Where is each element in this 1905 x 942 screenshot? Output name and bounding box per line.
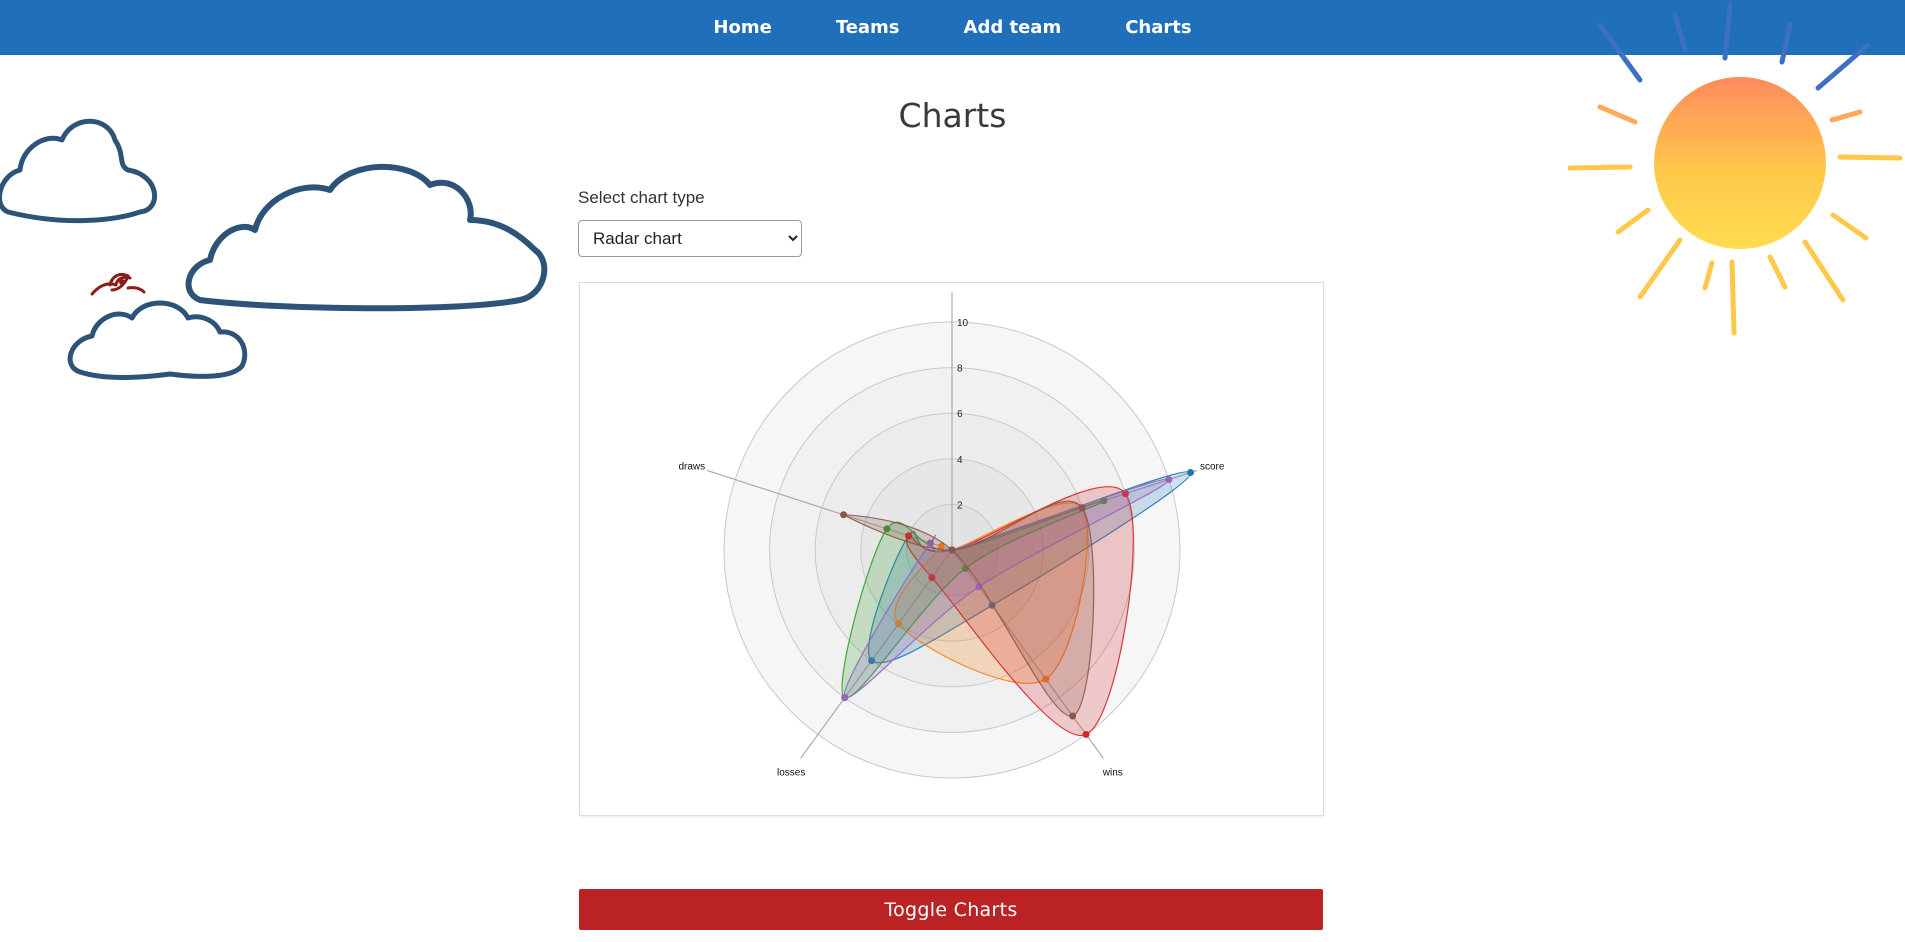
- radar-tick-label: 6: [957, 409, 963, 420]
- nav-home-link[interactable]: Home: [713, 17, 771, 38]
- chart-container: 246810teamNoscorewinslossesdraws: [579, 282, 1324, 816]
- radar-tick-label: 10: [957, 318, 969, 329]
- bird-icon: [90, 272, 146, 296]
- cloud-icon: [185, 163, 548, 312]
- nav-add-team-link[interactable]: Add team: [964, 17, 1062, 38]
- radar-axis-label: losses: [777, 767, 805, 778]
- radar-tick-label: 2: [957, 500, 963, 511]
- top-navbar: Home Teams Add team Charts: [0, 0, 1905, 55]
- nav-links: Home Teams Add team Charts: [0, 0, 1905, 55]
- cloud-icon: [0, 118, 157, 224]
- radar-data-point: [840, 511, 848, 519]
- radar-data-point: [948, 546, 956, 554]
- chart-type-label: Select chart type: [578, 188, 705, 207]
- radar-axis-label: draws: [678, 461, 705, 472]
- radar-tick-label: 4: [957, 455, 963, 466]
- page-title: Charts: [898, 96, 1007, 135]
- toggle-charts-button[interactable]: Toggle Charts: [579, 889, 1323, 930]
- radar-axis-label: score: [1200, 461, 1225, 472]
- nav-charts-link[interactable]: Charts: [1125, 17, 1191, 38]
- radar-data-point: [1165, 476, 1173, 484]
- chart-type-select[interactable]: Radar chart: [578, 220, 802, 257]
- radar-data-point: [1082, 730, 1090, 738]
- radar-chart: 246810teamNoscorewinslossesdraws: [678, 283, 1225, 779]
- radar-data-point: [1078, 504, 1086, 512]
- radar-data-point: [1187, 468, 1195, 476]
- cloud-icon: [67, 300, 248, 380]
- radar-data-point: [841, 694, 849, 702]
- nav-teams-link[interactable]: Teams: [836, 17, 900, 38]
- radar-axis-label: wins: [1102, 767, 1123, 778]
- radar-tick-label: 8: [957, 364, 963, 375]
- radar-data-point: [1069, 712, 1077, 720]
